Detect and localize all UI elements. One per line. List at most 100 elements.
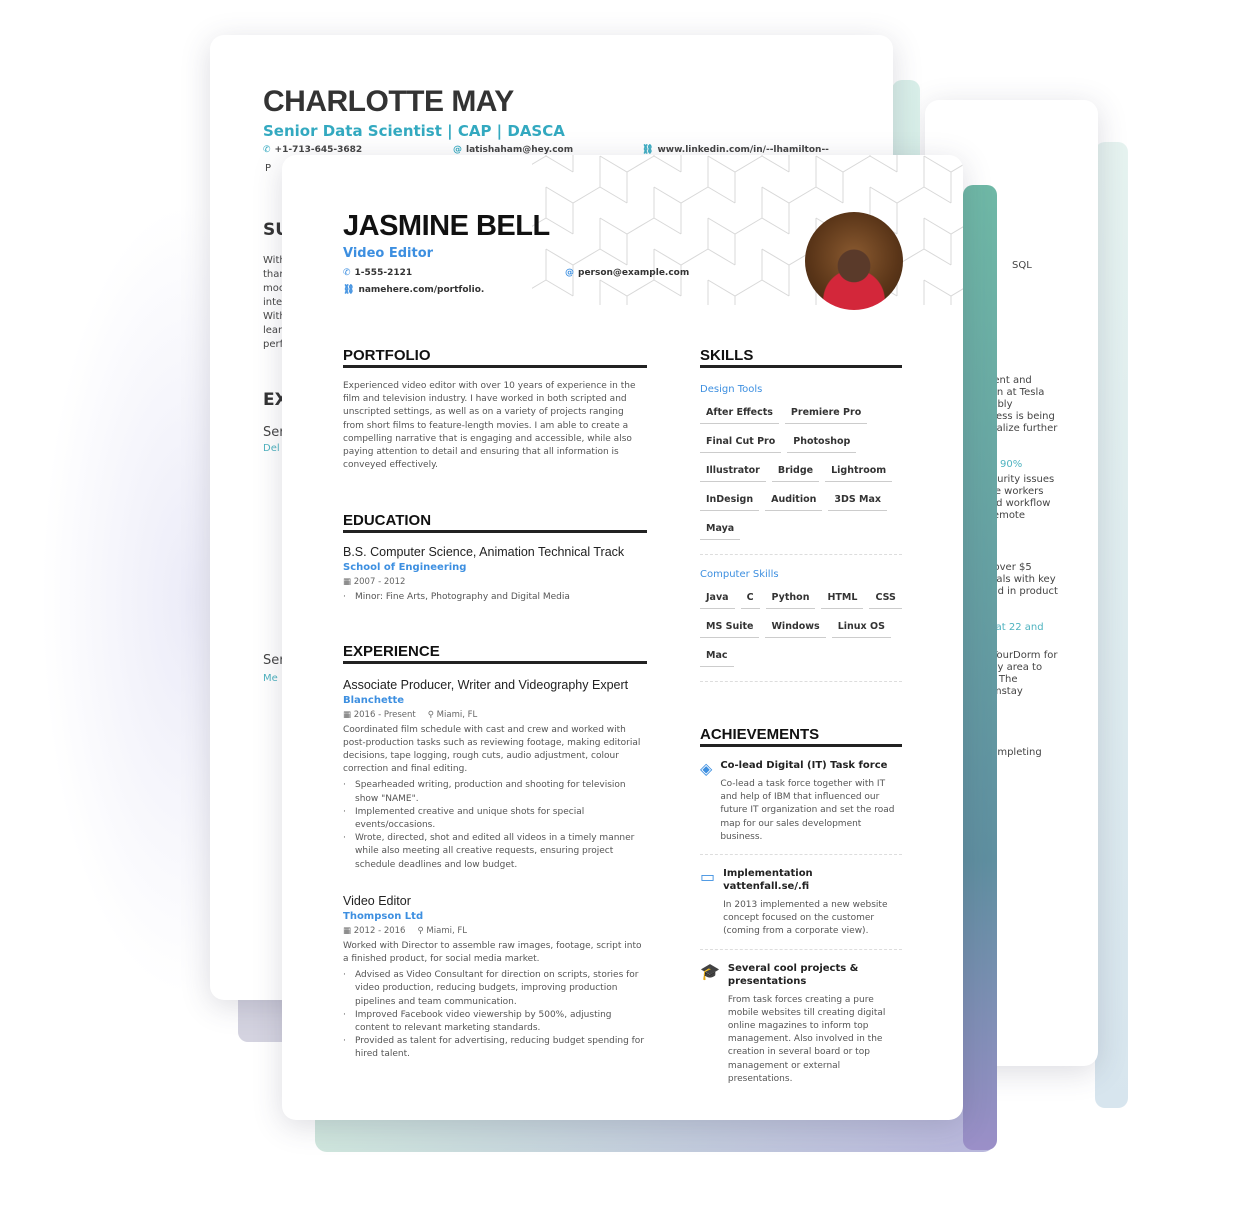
skill-tag: Mac	[700, 644, 734, 667]
job-bullets: Spearheaded writing, production and shoo…	[343, 779, 647, 871]
back-resume-fragment: perf	[263, 339, 284, 350]
achievement-content: Implementation vattenfall.se/.fi In 2013 …	[723, 867, 902, 939]
right-column: SKILLS Design Tools After Effects Premiere…	[700, 347, 902, 1096]
job-company: Thompson Ltd	[343, 910, 424, 922]
back-resume-linkedin: ⛓ www.linkedin.com/in/--lhamilton--	[642, 145, 829, 155]
geometric-pattern	[532, 155, 963, 305]
skill-tag: C	[740, 586, 760, 609]
achievement-text: In 2013 implemented a new website concep…	[723, 900, 888, 937]
portfolio-heading: PORTFOLIO	[343, 347, 647, 368]
back-resume-name: CHARLOTTE MAY	[263, 85, 514, 118]
phone-icon: ✆	[263, 145, 271, 155]
back-resume-fragment: P	[265, 163, 272, 174]
monitor-icon: ▭	[700, 867, 716, 887]
achievement-title: Co-lead Digital (IT) Task force	[720, 760, 888, 771]
job-location: Miami, FL	[436, 709, 478, 720]
back-resume-fragment: inte	[263, 297, 283, 308]
calendar-icon: ▦	[343, 925, 354, 936]
job-bullet: Implemented creative and unique shots fo…	[343, 806, 647, 832]
skill-tag: Bridge	[771, 459, 820, 482]
calendar-icon: ▦	[343, 577, 354, 588]
achievement-content: Several cool projects & presentations Fro…	[728, 962, 902, 1086]
avatar	[805, 212, 903, 310]
portfolio-text: Experienced video editor with over 10 ye…	[343, 381, 636, 471]
achievement-content: Co-lead Digital (IT) Task force Co-lead a…	[720, 759, 902, 844]
job-bullet: Spearheaded writing, production and shoo…	[343, 779, 647, 805]
achievement-item: 🎓 Several cool projects & presentations Fr…	[700, 950, 902, 1096]
skill-tag: Premiere Pro	[784, 401, 868, 424]
skills-heading: SKILLS	[700, 347, 902, 368]
phone: ✆ 1-555-2121	[343, 268, 413, 278]
calendar-icon: ▦	[343, 709, 354, 720]
skill-tag: Maya	[700, 517, 741, 540]
at-icon: @	[453, 145, 462, 155]
skill-tag: Final Cut Pro	[700, 430, 782, 453]
skill-tag: MS Suite	[700, 615, 760, 638]
job-bullets: Advised as Video Consultant for directio…	[343, 969, 647, 1061]
back-resume-fragment: SQL	[1012, 260, 1032, 271]
back-resume-fragment: Me	[263, 673, 278, 684]
education-degree: B.S. Computer Science, Animation Technic…	[343, 545, 625, 560]
skill-tag: InDesign	[700, 488, 760, 511]
job-company: Blanchette	[343, 694, 405, 706]
job-meta: ▦ 2012 - 2016 ⚲ Miami, FL	[343, 926, 647, 936]
job-bullet: Improved Facebook video viewership by 50…	[343, 1009, 647, 1035]
page-edge-strip	[963, 185, 997, 1150]
skill-tags: After Effects Premiere Pro Final Cut Pro Ph…	[700, 401, 902, 555]
education-heading: EDUCATION	[343, 512, 647, 534]
job-location: Miami, FL	[426, 925, 467, 936]
achievement-title: Implementation vattenfall.se/.fi	[723, 868, 813, 893]
back-resume-fragment: lear	[263, 325, 283, 336]
skill-tag: Audition	[765, 488, 823, 511]
skill-tag: Photoshop	[787, 430, 857, 453]
achievement-item: ◈ Co-lead Digital (IT) Task force Co-lead …	[700, 747, 902, 856]
link-icon: ⛓	[343, 285, 355, 295]
job-summary: Worked with Director to assemble raw ima…	[343, 940, 642, 965]
skill-tag: Python	[765, 586, 816, 609]
skill-group-label: Design Tools	[700, 384, 763, 395]
graduation-cap-icon: 🎓	[700, 961, 720, 981]
job-summary: Coordinated film schedule with cast and …	[343, 724, 641, 775]
skill-tag: Windows	[765, 615, 826, 638]
job-bullet: Provided as talent for advertising, redu…	[343, 1035, 647, 1061]
phone-icon: ✆	[343, 268, 351, 278]
email[interactable]: @ person@example.com	[565, 268, 689, 278]
diamond-icon: ◈	[700, 759, 713, 778]
education-dates: ▦ 2007 - 2012	[343, 577, 406, 588]
job-role: Associate Producer, Writer and Videograp…	[343, 677, 629, 692]
skill-tag: HTML	[821, 586, 864, 609]
skill-tag: After Effects	[700, 401, 779, 424]
skill-group-label: Computer Skills	[700, 569, 779, 580]
resume-title: Video Editor	[343, 246, 434, 261]
achievement-title: Several cool projects & presentations	[727, 962, 859, 987]
skill-tag: Illustrator	[700, 459, 766, 482]
back-resume-phone: ✆ +1-713-645-3682	[263, 145, 363, 155]
achievement-text: From task forces creating a pure mobile …	[727, 994, 886, 1084]
skill-tag: Java	[700, 586, 735, 609]
job-bullet: Wrote, directed, shot and edited all vid…	[343, 832, 647, 872]
skill-tag: 3DS Max	[828, 488, 888, 511]
skill-tags: Java C Python HTML CSS MS Suite Windows Linux O…	[700, 586, 902, 682]
education-school: School of Engineering	[343, 562, 467, 574]
back-resume-fragment: thar	[263, 269, 284, 280]
job-role: Video Editor	[343, 893, 411, 908]
location-icon: ⚲	[427, 709, 437, 720]
link-icon: ⛓	[642, 145, 654, 155]
achievement-item: ▭ Implementation vattenfall.se/.fi In 2013…	[700, 855, 902, 950]
back-resume-title: Senior Data Scientist | CAP | DASCA	[263, 122, 565, 140]
job-dates: 2012 - 2016	[353, 925, 406, 936]
resume-page: JASMINE BELL Video Editor ✆ 1-555-2121 @ p…	[282, 155, 963, 1120]
website[interactable]: ⛓ namehere.com/portfolio.	[343, 285, 484, 295]
skill-tag: Lightroom	[825, 459, 893, 482]
achievement-text: Co-lead a task force together with IT an…	[720, 779, 895, 842]
back-page-edge	[1095, 142, 1128, 1108]
skill-tag: CSS	[869, 586, 902, 609]
job-meta: ▦ 2016 - Present ⚲ Miami, FL	[343, 710, 647, 720]
back-resume-fragment: Del	[263, 443, 280, 454]
job-dates: 2016 - Present	[353, 709, 416, 720]
skill-tag: Linux OS	[831, 615, 891, 638]
resume-name: JASMINE BELL	[343, 210, 550, 242]
left-column: PORTFOLIO Experienced video editor with …	[343, 347, 647, 1062]
achievements-heading: ACHIEVEMENTS	[700, 726, 902, 747]
education-bullet: Minor: Fine Arts, Photography and Digita…	[343, 591, 647, 604]
